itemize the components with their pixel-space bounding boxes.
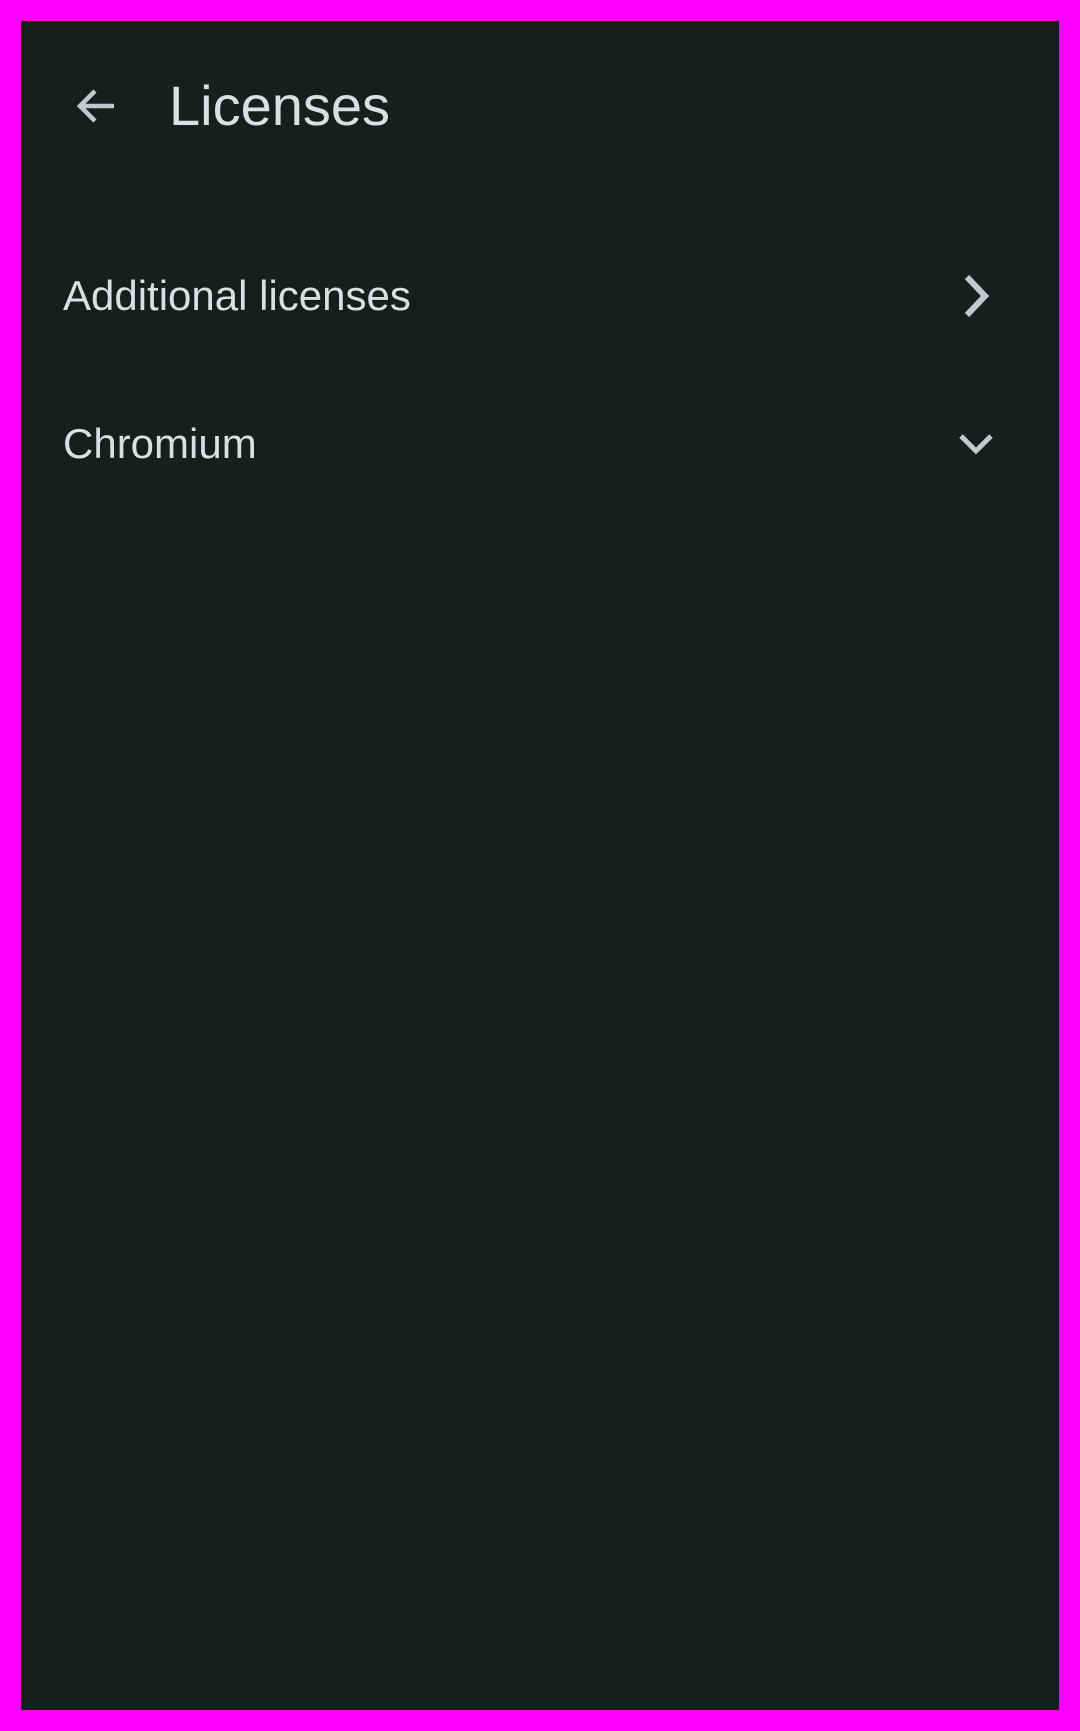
back-button[interactable] [66, 76, 126, 136]
list-item-label: Chromium [63, 420, 257, 467]
chevron-right-icon [951, 271, 1001, 321]
arrow-back-icon [76, 89, 114, 123]
list-item-label: Additional licenses [63, 272, 411, 319]
list-item-additional-licenses[interactable]: Additional licenses [21, 226, 1059, 366]
list-item-chromium[interactable]: Chromium [21, 374, 1059, 514]
chevron-down-icon [951, 419, 1001, 469]
licenses-screen: Licenses Additional licenses Chromium [21, 21, 1059, 1710]
top-app-bar: Licenses [21, 21, 1059, 191]
page-title: Licenses [169, 74, 391, 137]
